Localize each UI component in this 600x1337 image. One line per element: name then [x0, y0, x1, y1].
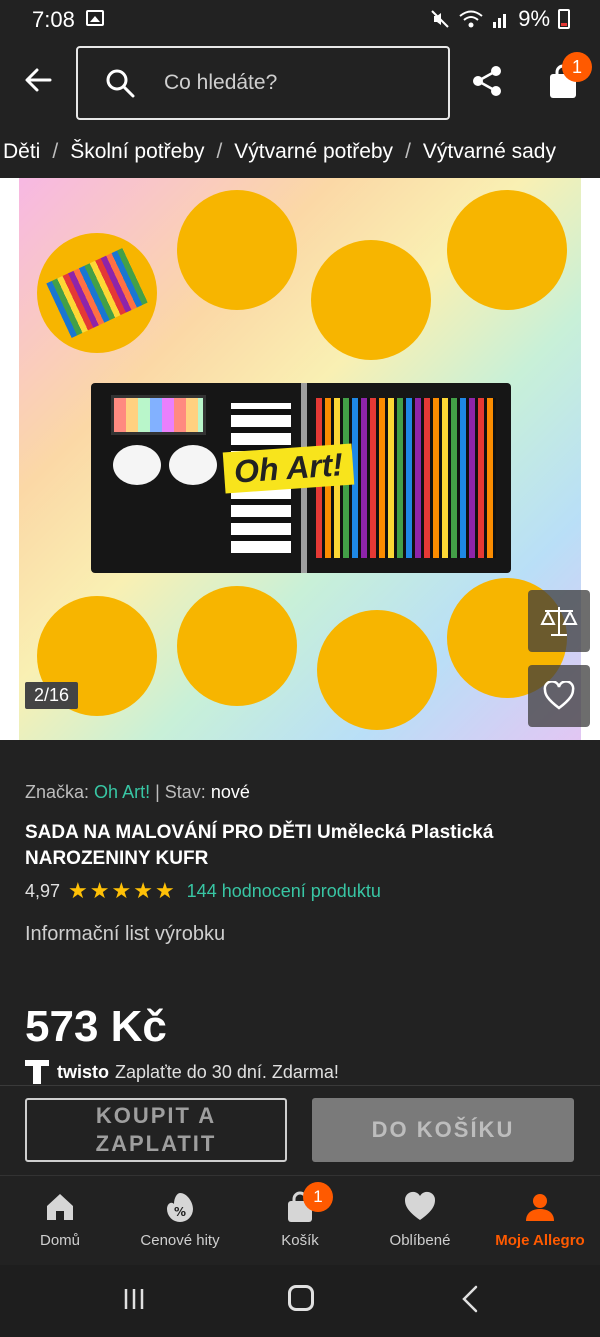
- breadcrumb-separator: /: [52, 140, 59, 163]
- image-circle-sharpener: [177, 586, 297, 706]
- twisto-brand: twisto: [57, 1061, 109, 1082]
- heart-icon: [404, 1191, 436, 1220]
- mute-icon: [431, 10, 449, 28]
- info-sheet-link[interactable]: Informační list výrobku: [25, 923, 225, 946]
- breadcrumb-separator: /: [216, 140, 223, 163]
- nav-item-home[interactable]: Domů: [0, 1176, 120, 1266]
- nav-label: Moje Allegro: [495, 1232, 585, 1249]
- product-info: Značka: Oh Art! | Stav: nové SADA NA MAL…: [0, 740, 600, 1085]
- status-time: 7:08: [32, 7, 75, 32]
- breadcrumb: Děti / Školní potřeby / Výtvarné potřeby…: [0, 126, 600, 178]
- nav-label: Oblíbené: [389, 1232, 451, 1249]
- status-indicators: 9%: [430, 6, 570, 32]
- search-icon: [106, 69, 135, 98]
- top-app-bar: Co hledáte? 1: [0, 40, 600, 126]
- bottom-navigation: Domů % Cenové hity Košík 1 Oblíbené Moje…: [0, 1175, 600, 1265]
- buy-now-button[interactable]: KOUPIT A ZAPLATIT: [25, 1098, 287, 1162]
- product-image[interactable]: Oh Art!: [19, 178, 581, 740]
- image-circle-brushes: [177, 190, 297, 310]
- gallery-counter: 2/16: [25, 682, 79, 709]
- compare-button[interactable]: [528, 590, 590, 652]
- image-circle-pencils: [37, 233, 157, 353]
- scales-icon: [540, 607, 578, 636]
- nav-label: Domů: [39, 1232, 80, 1249]
- brand-label: Značka:: [25, 782, 90, 802]
- reviews-link[interactable]: 144 hodnocení produktu: [187, 881, 381, 902]
- condition-label: | Stav:: [155, 782, 206, 802]
- product-gallery[interactable]: Oh Art! 2/16: [0, 178, 600, 740]
- breadcrumb-item[interactable]: Výtvarné potřeby: [234, 140, 393, 164]
- twisto-payment-info[interactable]: twisto Zaplaťte do 30 dní. Zdarma!: [25, 1060, 339, 1084]
- back-arrow-icon[interactable]: [22, 64, 54, 96]
- favorite-button[interactable]: [528, 665, 590, 727]
- breadcrumb-item[interactable]: Výtvarné sady: [423, 140, 556, 164]
- nav-label: Cenové hity: [140, 1232, 220, 1249]
- share-icon[interactable]: [470, 64, 504, 98]
- cart-count-badge: 1: [303, 1182, 333, 1212]
- search-field[interactable]: Co hledáte?: [76, 46, 450, 120]
- system-back-icon[interactable]: [458, 1285, 482, 1313]
- wifi-icon: [459, 10, 483, 28]
- add-to-cart-button[interactable]: DO KOŠÍKU: [312, 1098, 574, 1162]
- product-title: SADA NA MALOVÁNÍ PRO DĚTI Umělecká Plast…: [25, 822, 494, 869]
- battery-icon: [558, 9, 570, 29]
- twisto-logo-icon: [25, 1060, 49, 1084]
- product-price: 573 Kč: [25, 1002, 167, 1051]
- nav-item-deals[interactable]: % Cenové hity: [120, 1176, 240, 1266]
- breadcrumb-item[interactable]: Děti: [3, 140, 40, 164]
- breadcrumb-separator: /: [405, 140, 411, 163]
- cart-badge: 1: [562, 52, 592, 82]
- breadcrumb-item[interactable]: Školní potřeby: [70, 140, 204, 164]
- brand-link[interactable]: Oh Art!: [94, 782, 150, 802]
- star-rating-icon: ★★★★★: [68, 878, 177, 903]
- discount-icon: %: [167, 1193, 193, 1222]
- heart-outline-icon: [543, 681, 575, 710]
- home-icon: [47, 1194, 73, 1220]
- user-icon: [526, 1194, 554, 1221]
- recent-apps-icon[interactable]: [122, 1287, 146, 1311]
- svg-text:%: %: [174, 1205, 186, 1219]
- purchase-action-bar: KOUPIT A ZAPLATIT DO KOŠÍKU: [0, 1085, 600, 1175]
- home-button-icon[interactable]: [288, 1285, 314, 1311]
- battery-percent: 9%: [518, 6, 550, 31]
- signal-icon: [493, 14, 507, 28]
- image-circle-pastels: [317, 610, 437, 730]
- twisto-text: Zaplaťte do 30 dní. Zdarma!: [115, 1061, 339, 1082]
- gallery-notification-icon: [86, 10, 104, 26]
- rating-line: 4,97 ★★★★★ 144 hodnocení produktu: [25, 878, 381, 904]
- status-bar: 7:08 9%: [0, 0, 600, 40]
- condition-value: nové: [210, 782, 250, 802]
- nav-item-my-allegro[interactable]: Moje Allegro: [480, 1176, 600, 1266]
- rating-value: 4,97: [25, 880, 61, 901]
- image-circle-tubes: [447, 190, 567, 310]
- brand-condition-line: Značka: Oh Art! | Stav: nové: [25, 782, 250, 803]
- system-navigation-bar: [0, 1265, 600, 1337]
- nav-label: Košík: [281, 1232, 319, 1249]
- nav-item-favorites[interactable]: Oblíbené: [360, 1176, 480, 1266]
- image-circle-watercolors: [311, 240, 431, 360]
- nav-item-cart[interactable]: Košík 1: [240, 1176, 360, 1266]
- search-placeholder: Co hledáte?: [164, 71, 278, 94]
